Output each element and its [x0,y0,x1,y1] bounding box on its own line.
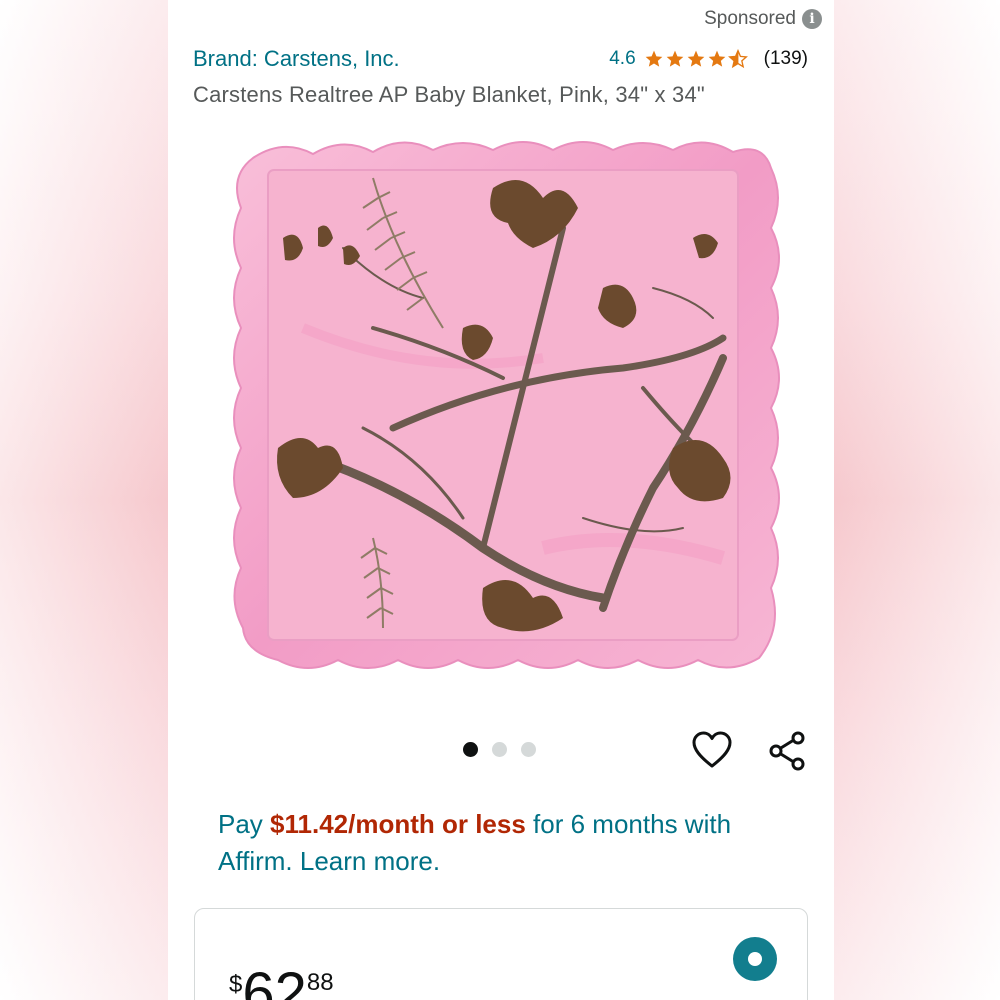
carousel-dot[interactable] [492,742,507,757]
sponsored-label[interactable]: Sponsored i [704,8,822,30]
buy-box-option[interactable]: $ 62 88 [194,908,808,1000]
star-icon [687,50,704,67]
star-icon [708,50,725,67]
rating-value: 4.6 [609,48,636,69]
affirm-monthly-amount: $11.42/month or less [270,809,526,839]
product-image[interactable] [223,128,783,678]
star-icon [645,50,662,67]
image-carousel-dots[interactable] [463,742,536,757]
star-icon [666,50,683,67]
carousel-dot[interactable] [521,742,536,757]
right-blurred-background [834,0,1000,1000]
product-title[interactable]: Carstens Realtree AP Baby Blanket, Pink,… [193,82,705,108]
rating-summary[interactable]: 4.6 (139) [609,48,808,70]
share-icon[interactable] [766,730,808,772]
star-half-icon [727,49,748,69]
star-rating [644,49,748,69]
price-currency: $ [229,971,243,998]
radio-inner-dot [748,952,762,966]
price: $ 62 88 [229,961,334,1000]
rating-count: (139) [763,48,808,69]
price-fraction: 88 [306,969,334,996]
affirm-prefix: Pay [218,809,271,839]
left-blurred-background [0,0,168,1000]
brand-link[interactable]: Brand: Carstens, Inc. [193,46,400,72]
product-card: Sponsored i Brand: Carstens, Inc. 4.6 (1… [168,0,834,1000]
radio-selected-icon[interactable] [733,937,777,981]
affirm-financing-link[interactable]: Pay $11.42/month or less for 6 months wi… [218,806,808,880]
price-whole: 62 [242,961,307,1000]
info-icon[interactable]: i [802,9,822,29]
carousel-dot-active[interactable] [463,742,478,757]
sponsored-text: Sponsored [704,8,796,29]
heart-icon[interactable] [691,730,733,770]
